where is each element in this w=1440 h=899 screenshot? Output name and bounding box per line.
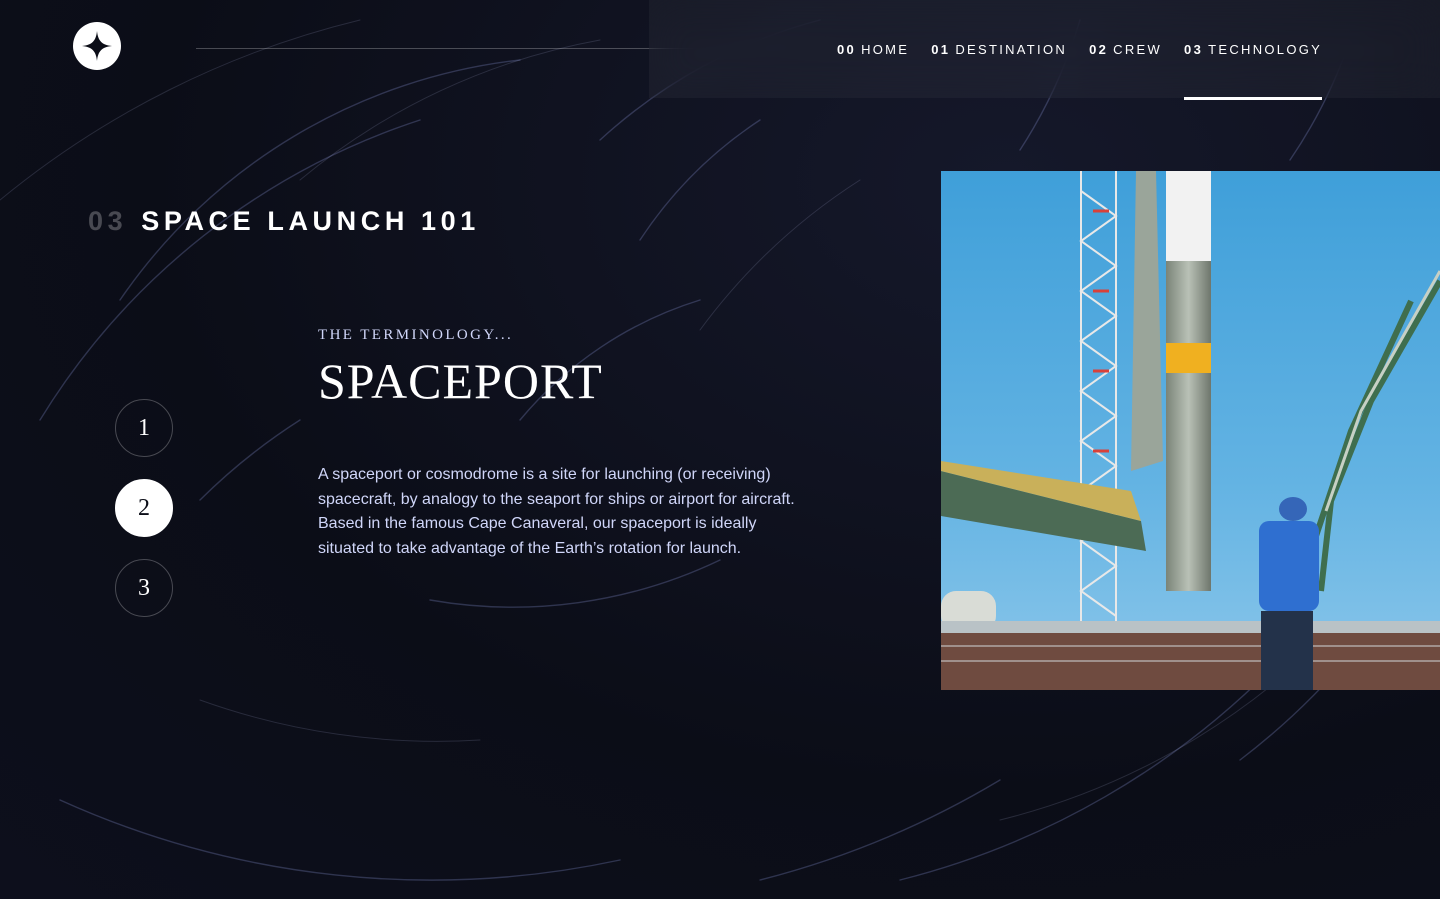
step-button-3[interactable]: 3: [115, 559, 173, 617]
rocket-on-launch-pad-photo: [941, 171, 1440, 690]
star-icon: [82, 31, 112, 61]
nav-item-home[interactable]: 00 HOME: [837, 0, 909, 98]
nav-item-technology[interactable]: 03 TECHNOLOGY: [1184, 0, 1323, 100]
technology-description: A spaceport or cosmodrome is a site for …: [318, 466, 795, 557]
logo[interactable]: [73, 22, 121, 70]
nav-label: TECHNOLOGY: [1208, 41, 1323, 57]
terminology-label: THE TERMINOLOGY...: [318, 327, 514, 343]
main-nav: 00 HOME 01 DESTINATION 02 CREW 03 TECHNO…: [649, 0, 1440, 100]
nav-number: 01: [931, 41, 951, 57]
page-title: 03 SPACE LAUNCH 101: [88, 206, 480, 237]
nav-label: HOME: [861, 41, 910, 57]
nav-label: CREW: [1113, 41, 1163, 57]
nav-item-crew[interactable]: 02 CREW: [1089, 0, 1162, 98]
header-divider: [196, 48, 699, 49]
step-button-1[interactable]: 1: [115, 399, 173, 457]
nav-number: 03: [1184, 41, 1204, 57]
nav-number: 02: [1089, 41, 1109, 57]
nav-item-destination[interactable]: 01 DESTINATION: [931, 0, 1067, 98]
step-button-2[interactable]: 2: [115, 479, 173, 537]
technology-name: SPACEPORT: [318, 353, 603, 409]
page-number: 03: [88, 206, 128, 236]
nav-label: DESTINATION: [955, 41, 1068, 57]
nav-number: 00: [837, 41, 857, 57]
page-title-text: SPACE LAUNCH 101: [141, 206, 480, 236]
